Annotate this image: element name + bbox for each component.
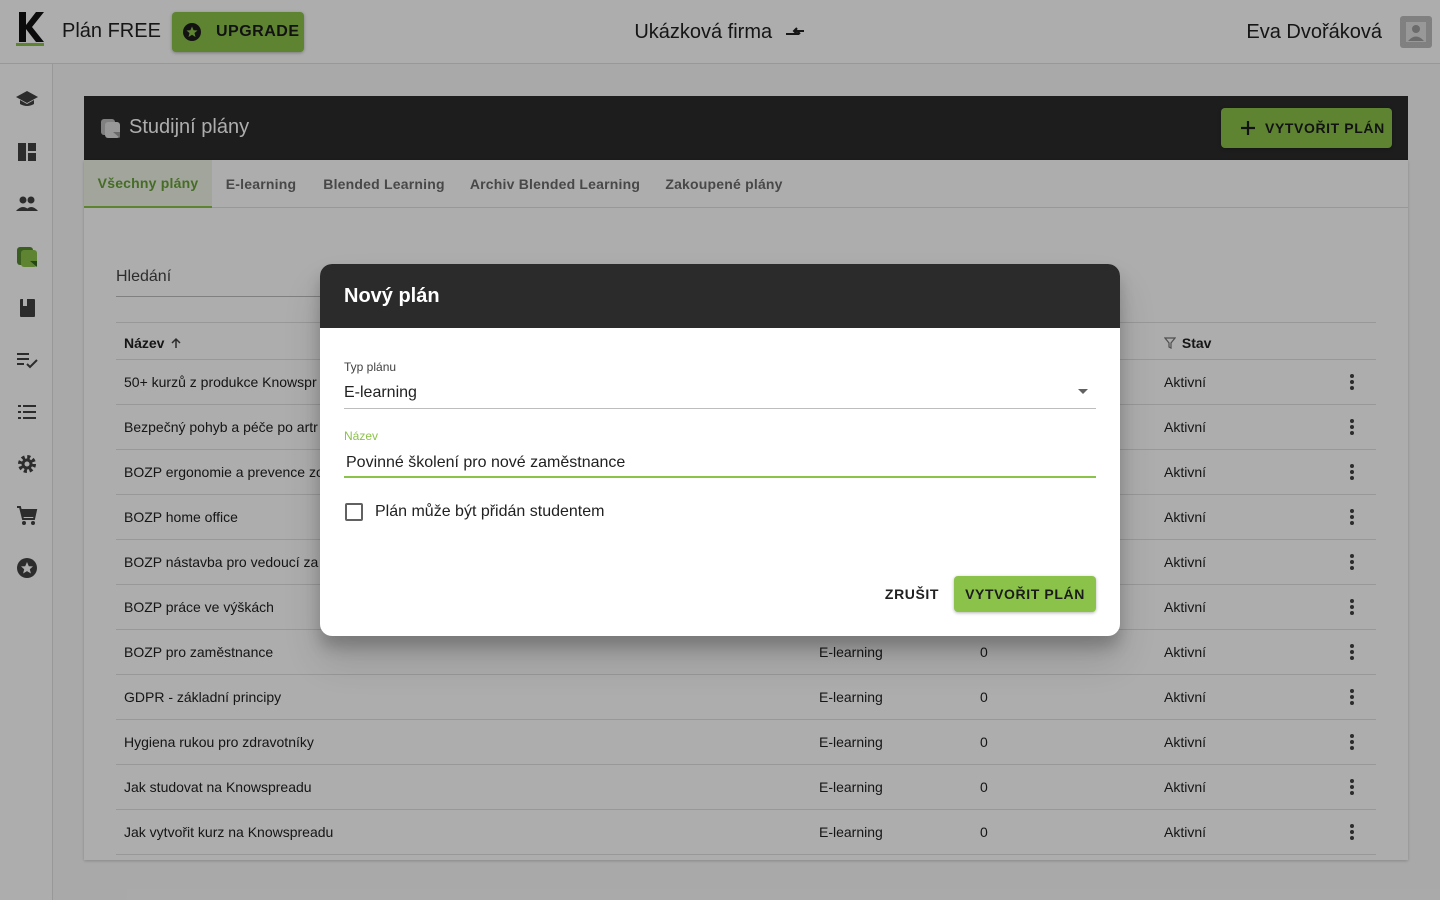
student-can-add-checkbox[interactable] (345, 503, 363, 521)
cancel-button[interactable]: ZRUŠIT (872, 576, 952, 612)
plan-type-value: E-learning (344, 384, 417, 401)
dropdown-arrow-icon (1078, 389, 1088, 394)
create-plan-confirm-button[interactable]: VYTVOŘIT PLÁN (954, 576, 1096, 612)
new-plan-dialog: Nový plán Typ plánu E-learning Název Plá… (320, 264, 1120, 636)
input-underline (344, 476, 1096, 478)
select-underline (344, 408, 1096, 409)
plan-type-label: Typ plánu (344, 360, 397, 374)
dialog-title: Nový plán (344, 285, 440, 307)
student-can-add-label[interactable]: Plán může být přidán studentem (375, 503, 604, 521)
plan-name-input[interactable] (344, 450, 1096, 476)
dialog-header: Nový plán (320, 264, 1120, 328)
plan-name-label: Název (344, 429, 379, 443)
